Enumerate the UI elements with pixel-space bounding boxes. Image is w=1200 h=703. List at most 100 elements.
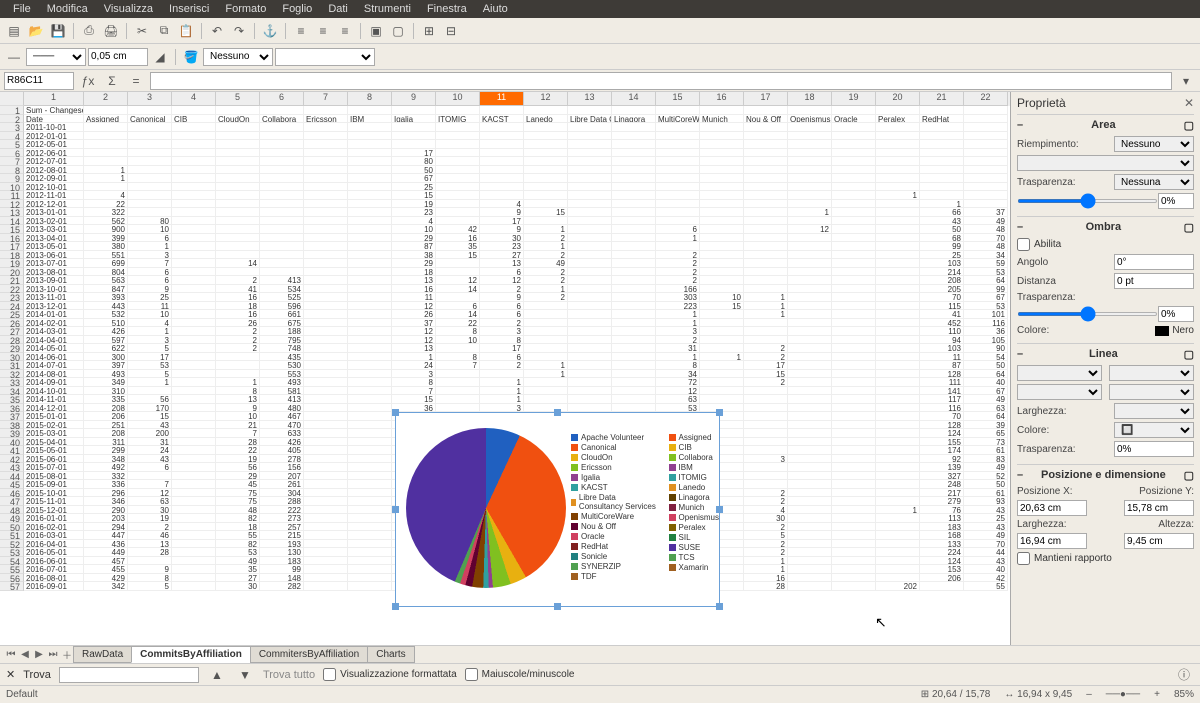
- cell[interactable]: [612, 166, 656, 175]
- cell[interactable]: [876, 183, 920, 192]
- cell[interactable]: [172, 183, 216, 192]
- cell[interactable]: [832, 497, 876, 506]
- cell[interactable]: 70: [920, 412, 964, 421]
- cell[interactable]: 393: [84, 293, 128, 302]
- cell[interactable]: 67: [964, 387, 1008, 396]
- cell[interactable]: [568, 225, 612, 234]
- cell[interactable]: 2012-05-01: [24, 140, 84, 149]
- cell[interactable]: 525: [260, 293, 304, 302]
- cell[interactable]: 15: [744, 370, 788, 379]
- cell[interactable]: 6: [480, 353, 524, 362]
- cell[interactable]: [876, 149, 920, 158]
- row-header[interactable]: 21: [0, 276, 24, 285]
- cell[interactable]: [216, 191, 260, 200]
- cell[interactable]: [216, 157, 260, 166]
- row-header[interactable]: 30: [0, 353, 24, 362]
- cell[interactable]: 24: [128, 446, 172, 455]
- cell[interactable]: [788, 353, 832, 362]
- cell[interactable]: [216, 123, 260, 132]
- cell[interactable]: 2: [744, 344, 788, 353]
- cell[interactable]: [480, 106, 524, 115]
- cell[interactable]: [612, 242, 656, 251]
- cell[interactable]: 294: [84, 523, 128, 532]
- cell[interactable]: 2013-02-01: [24, 217, 84, 226]
- cell[interactable]: [788, 276, 832, 285]
- cell[interactable]: 148: [260, 574, 304, 583]
- cell[interactable]: 2: [524, 276, 568, 285]
- cell[interactable]: 2016-07-01: [24, 565, 84, 574]
- cell[interactable]: 4: [744, 506, 788, 515]
- cell[interactable]: [700, 327, 744, 336]
- cell[interactable]: [172, 268, 216, 277]
- cell[interactable]: 2013-05-01: [24, 242, 84, 251]
- cell[interactable]: [744, 234, 788, 243]
- cell[interactable]: [744, 225, 788, 234]
- cell[interactable]: [216, 217, 260, 226]
- cell[interactable]: 23: [392, 208, 436, 217]
- cell[interactable]: [260, 140, 304, 149]
- row-header[interactable]: 35: [0, 395, 24, 404]
- cell[interactable]: [832, 378, 876, 387]
- cell[interactable]: [832, 472, 876, 481]
- cell[interactable]: [788, 293, 832, 302]
- cell[interactable]: [304, 132, 348, 141]
- cell[interactable]: [568, 319, 612, 328]
- row-header[interactable]: 5: [0, 140, 24, 149]
- line-width-select[interactable]: [1114, 403, 1194, 419]
- row-header[interactable]: 42: [0, 455, 24, 464]
- cell[interactable]: [524, 378, 568, 387]
- cell[interactable]: [744, 327, 788, 336]
- cell[interactable]: [788, 582, 832, 591]
- cell[interactable]: [216, 208, 260, 217]
- cell[interactable]: [788, 217, 832, 226]
- cell[interactable]: [876, 565, 920, 574]
- cell[interactable]: [832, 251, 876, 260]
- cell[interactable]: [832, 421, 876, 430]
- cell[interactable]: [436, 259, 480, 268]
- keep-ratio-checkbox[interactable]: [1017, 552, 1030, 565]
- cell[interactable]: [260, 268, 304, 277]
- col-header-21[interactable]: 21: [920, 92, 964, 106]
- cell[interactable]: IBM: [348, 115, 392, 124]
- cell[interactable]: [172, 506, 216, 515]
- cell[interactable]: [656, 149, 700, 158]
- cell[interactable]: 633: [260, 429, 304, 438]
- sidebar-close-icon[interactable]: ✕: [1184, 96, 1194, 110]
- row-header[interactable]: 10: [0, 183, 24, 192]
- cell[interactable]: 2: [480, 319, 524, 328]
- cell[interactable]: [480, 191, 524, 200]
- cell[interactable]: 44: [964, 548, 1008, 557]
- cell[interactable]: 12: [128, 489, 172, 498]
- cell[interactable]: 15: [128, 412, 172, 421]
- cell[interactable]: 67: [964, 293, 1008, 302]
- cell[interactable]: [656, 106, 700, 115]
- cell[interactable]: [304, 149, 348, 158]
- cell[interactable]: 8: [656, 361, 700, 370]
- cell[interactable]: 457: [84, 557, 128, 566]
- shadow-distance-input[interactable]: [1114, 273, 1194, 289]
- cell[interactable]: [524, 140, 568, 149]
- cell[interactable]: [216, 174, 260, 183]
- cell[interactable]: 45: [216, 480, 260, 489]
- cell[interactable]: 290: [84, 506, 128, 515]
- shadow-trans-slider[interactable]: [1017, 312, 1158, 316]
- cell[interactable]: [172, 565, 216, 574]
- cell[interactable]: [788, 123, 832, 132]
- fill-color-select[interactable]: [1017, 155, 1194, 171]
- cell[interactable]: [876, 548, 920, 557]
- cell[interactable]: 2013-11-01: [24, 293, 84, 302]
- cell[interactable]: [700, 183, 744, 192]
- cell[interactable]: 1: [876, 506, 920, 515]
- cell[interactable]: [480, 157, 524, 166]
- cell[interactable]: [832, 302, 876, 311]
- fill-style-combo[interactable]: Nessuno: [203, 48, 273, 66]
- cell[interactable]: [832, 361, 876, 370]
- cell[interactable]: 133: [920, 540, 964, 549]
- cell[interactable]: 2015-05-01: [24, 446, 84, 455]
- row-header[interactable]: 53: [0, 548, 24, 557]
- cell[interactable]: 16: [216, 293, 260, 302]
- cell[interactable]: [876, 446, 920, 455]
- cell[interactable]: [172, 429, 216, 438]
- cell[interactable]: [172, 276, 216, 285]
- cell[interactable]: Munich: [700, 115, 744, 124]
